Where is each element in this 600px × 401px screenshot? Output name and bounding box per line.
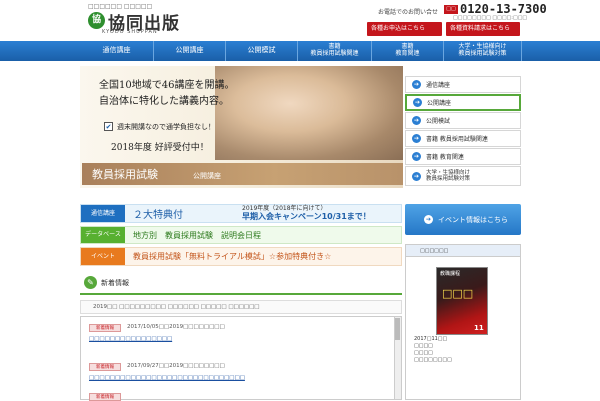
book-caption-issue: 2017□11□□ <box>414 336 448 342</box>
promo-tag-correspondence: 通信講座 <box>81 205 125 222</box>
arrow-right-icon: ➔ <box>413 98 422 107</box>
request-documents-button[interactable]: 各種資料請求はこちら <box>446 22 520 36</box>
gnav-item-books-education[interactable]: 書籍 教育関連 <box>372 41 444 61</box>
event-info-button[interactable]: ➔ イベント情報はこちら <box>405 204 521 235</box>
book-cover-issue: 11 <box>474 324 484 332</box>
hero-band-title: 教員採用試験 <box>92 168 158 181</box>
arrow-right-icon: ➔ <box>412 116 421 125</box>
arrow-right-icon: ➔ <box>412 152 421 161</box>
sidenav-label: 公開講座 <box>427 100 452 107</box>
event-info-label: イベント情報はこちら <box>438 215 508 224</box>
sidenav-label: 書籍 教員採用試験関連 <box>426 136 488 143</box>
news-title: 新着情報 <box>101 279 129 287</box>
hero-headline-2: 自治体に特化した講義内容。 <box>99 96 229 107</box>
pencil-icon: ✎ <box>84 276 97 289</box>
hero-band-subtitle: 公開講座 <box>193 172 221 180</box>
news-link[interactable]: □□□□□□□□□□□□□□□□□□□□□□□□□□□□□□ <box>89 375 245 381</box>
free-dial-icon: □□ <box>444 5 458 14</box>
hero-photo <box>215 66 403 160</box>
gnav-label: 公開模試 <box>247 46 276 55</box>
global-nav: 通信講座 公開講座 公開模試 書籍 教員採用試験関連 書籍 教育関連 大学・生協様向… <box>0 41 600 61</box>
arrow-right-icon: ➔ <box>412 134 421 143</box>
sidenav-item-open-lectures[interactable]: ➔ 公開講座 <box>405 94 521 111</box>
sidenav-item-correspondence[interactable]: ➔ 通信講座 <box>405 76 521 93</box>
hero-feature: 週末開講なので通学負担なし！ <box>117 123 215 131</box>
gnav-label: 公開講座 <box>175 46 204 55</box>
gnav-item-open-lectures[interactable]: 公開講座 <box>154 41 226 61</box>
news-note: 2019□□ □□□□□□□□□ □□□□□□ □□□□□ □□□□□□ <box>80 300 402 314</box>
logo-mark-icon[interactable]: 協 <box>88 12 105 29</box>
sidenav-label: 書籍 教育関連 <box>426 154 464 161</box>
contact-label: お電話でのお問い合せ <box>378 9 439 16</box>
promo-text-schedule: 地方別 教員採用試験 説明会日程 <box>133 231 261 240</box>
gnav-label-sub: 教員採用試験関連 <box>310 50 359 57</box>
logo-english: KYODO SHUPPAN <box>102 29 158 35</box>
apply-button[interactable]: 各種お申込はこちら <box>367 22 442 36</box>
hero-headline-1: 全国10地域で46講座を開講。 <box>99 80 235 91</box>
news-badge: 新着情報 <box>89 324 121 332</box>
hero-status: 2018年度 好評受付中！ <box>111 143 209 153</box>
promo-tag-event: イベント <box>81 248 125 265</box>
book-cover-headline: □□□ <box>442 287 474 300</box>
sidenav-label: 公開模試 <box>426 118 451 125</box>
gnav-item-correspondence[interactable]: 通信講座 <box>80 41 154 61</box>
promo-text-benefits: ２大特典付 <box>133 210 183 221</box>
news-link[interactable]: □□□□□□□□□□□□□□□□ <box>89 336 172 342</box>
gnav-item-university[interactable]: 大学・生協様向け 教員採用試験対策 <box>444 41 522 61</box>
gnav-item-books-exam[interactable]: 書籍 教員採用試験関連 <box>298 41 372 61</box>
phone-number[interactable]: 0120-13-7300 <box>460 2 547 16</box>
checkbox-icon: ✔ <box>104 122 113 131</box>
promo-text-trial: 教員採用試験「無料トライアル模試」☆参加特典付き☆ <box>133 252 332 261</box>
sidenav-label: 通信講座 <box>426 82 451 89</box>
news-date: 2017/10/05□□2019□□□□□□□□ <box>127 324 225 330</box>
gnav-label: 通信講座 <box>102 46 131 55</box>
book-caption-line: □□□□ <box>414 343 433 349</box>
arrow-right-icon: ➔ <box>412 80 421 89</box>
sidenav-item-books-education[interactable]: ➔ 書籍 教育関連 <box>405 148 521 165</box>
gnav-label-sub: 教員採用試験対策 <box>458 50 507 57</box>
promo-campaign: 早期入会キャンペーン10/31まで！ <box>242 212 371 221</box>
news-badge: 新着情報 <box>89 363 121 371</box>
news-scrollbar-thumb[interactable] <box>395 318 400 340</box>
book-caption-line: □□□□ <box>414 350 433 356</box>
phone-hours: □□□□□□□□ □□□□:□□□ <box>453 15 528 21</box>
sidenav-item-books-exam[interactable]: ➔ 書籍 教員採用試験関連 <box>405 130 521 147</box>
news-list: 新着情報 2017/10/05□□2019□□□□□□□□ □□□□□□□□□□… <box>80 316 402 401</box>
gnav-label-sub: 教育関連 <box>395 50 420 57</box>
sidenav-item-mock-exams[interactable]: ➔ 公開模試 <box>405 112 521 129</box>
arrow-right-icon: ➔ <box>424 215 433 224</box>
sidenav-label-sub: 教員採用試験対策 <box>426 176 471 182</box>
book-cover-title: 教職課程 <box>440 271 461 277</box>
book-caption-link[interactable]: □□□□□□□□ <box>414 357 452 363</box>
info-box-header: □□□□□□ <box>406 245 520 257</box>
promo-tag-database: データベース <box>81 227 125 243</box>
news-date: 2017/09/27□□2019□□□□□□□□ <box>127 363 225 369</box>
sidenav-item-university[interactable]: ➔ 大学・生協様向け 教員採用試験対策 <box>405 166 521 186</box>
gnav-item-mock-exams[interactable]: 公開模試 <box>226 41 298 61</box>
arrow-right-icon: ➔ <box>412 171 421 181</box>
